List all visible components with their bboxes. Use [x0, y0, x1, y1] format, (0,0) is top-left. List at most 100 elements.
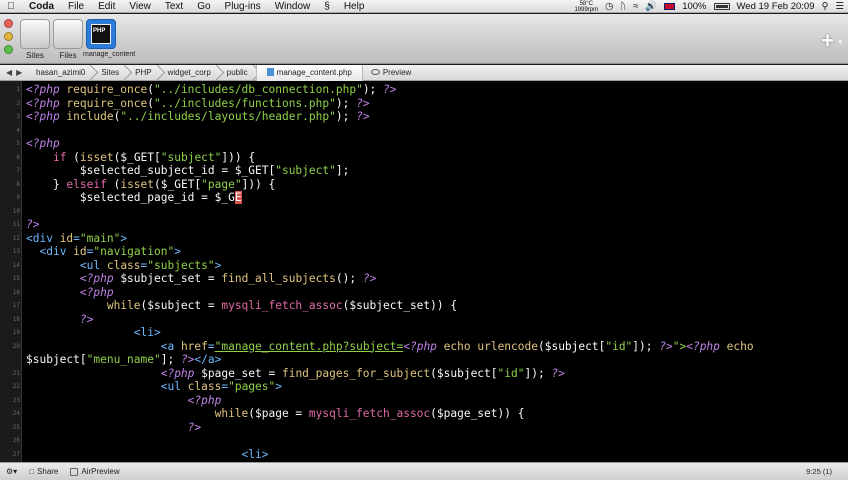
wifi-icon[interactable]: ≈: [633, 1, 638, 12]
code-line[interactable]: 25 ?>: [0, 421, 848, 435]
code-line[interactable]: 16 <?php: [0, 286, 848, 300]
code-token: isset: [120, 177, 155, 191]
breadcrumb-public[interactable]: public: [219, 65, 256, 81]
code-line[interactable]: 11 ?>: [0, 218, 848, 232]
back-arrow-icon[interactable]: ◀: [6, 68, 12, 77]
code-line[interactable]: 19 <li>: [0, 326, 848, 340]
breadcrumb-current-file[interactable]: manage_content.php: [255, 64, 363, 81]
new-tab-caret-icon[interactable]: ▾: [838, 38, 842, 46]
temperature-monitor[interactable]: 58°C 1999rpm: [574, 1, 598, 13]
code-line[interactable]: 17 while($subject = mysqli_fetch_assoc($…: [0, 299, 848, 313]
code-line[interactable]: $subject["menu_name"]; ?></a>: [0, 353, 848, 367]
code-token: "manage_content.php?subject=: [214, 339, 404, 353]
code-text: $subject["menu_name"]; ?></a>: [26, 353, 221, 367]
line-number: 20: [12, 342, 20, 350]
text-cursor: E: [234, 191, 242, 204]
preview-button[interactable]: Preview: [363, 65, 419, 81]
code-token: "navigation": [93, 245, 175, 258]
code-line[interactable]: 24 while($page = mysqli_fetch_assoc($pag…: [0, 407, 848, 421]
breadcrumb-user[interactable]: hasan_azimi0: [28, 65, 93, 81]
preview-label: Preview: [382, 67, 412, 77]
line-number: 11: [12, 221, 20, 228]
line-number: 3: [16, 113, 20, 120]
code-editor[interactable]: 1 <?php require_once("../includes/db_conn…: [0, 81, 848, 462]
code-line[interactable]: 22 <ul class="pages">: [0, 380, 848, 394]
menu-window[interactable]: Window: [268, 0, 318, 13]
code-line[interactable]: 13 <div id="navigation">: [0, 245, 848, 259]
apple-menu-icon[interactable]: : [0, 1, 22, 12]
code-line[interactable]: 15 <?php $subject_set = find_all_subject…: [0, 272, 848, 286]
line-number: 23: [12, 396, 20, 404]
code-token: "../includes/functions.php": [154, 96, 336, 110]
files-button[interactable]: [53, 19, 83, 49]
time-machine-icon[interactable]: ◷: [605, 1, 613, 12]
menu-view[interactable]: View: [122, 0, 158, 13]
notification-center-icon[interactable]: ☰: [835, 1, 844, 12]
code-token: "../includes/db_connection.php": [154, 83, 363, 96]
menu-coda[interactable]: Coda: [22, 0, 61, 13]
close-window-icon[interactable]: [4, 19, 13, 28]
code-token: <?php: [26, 83, 67, 96]
code-line[interactable]: 20 <a href="manage_content.php?subject=<…: [0, 340, 848, 354]
line-number: 22: [12, 383, 20, 390]
airpreview-button[interactable]: AirPreview: [64, 467, 125, 476]
code-token: ($page_set)) {: [430, 407, 525, 420]
share-button[interactable]: □ Share: [23, 467, 64, 476]
code-token: ?>: [383, 83, 397, 96]
code-line[interactable]: 9 $selected_page_id = $_GE: [0, 191, 848, 205]
code-token: $selected_subject_id = $_GET[: [26, 164, 276, 177]
code-token: ?>: [26, 218, 40, 231]
menu-edit[interactable]: Edit: [91, 0, 122, 13]
script-menu-icon[interactable]: §: [317, 0, 337, 13]
settings-button[interactable]: ⚙▾: [0, 467, 23, 476]
breadcrumb-sites[interactable]: Sites: [93, 65, 127, 81]
code-line[interactable]: 5 <?php: [0, 137, 848, 151]
code-line[interactable]: 21 <?php $page_set = find_pages_for_subj…: [0, 367, 848, 381]
code-line[interactable]: 10: [0, 205, 848, 219]
files-label: Files: [59, 51, 77, 60]
menu-text[interactable]: Text: [158, 0, 190, 13]
code-line[interactable]: 4: [0, 124, 848, 138]
breadcrumb-php[interactable]: PHP: [127, 65, 159, 81]
code-token: ?>: [362, 272, 377, 285]
code-line[interactable]: 14 <ul class="subjects">: [0, 259, 848, 273]
menu-file[interactable]: File: [61, 0, 91, 13]
code-line[interactable]: 3 <?php include("../includes/layouts/head…: [0, 110, 848, 124]
code-line[interactable]: 18 ?>: [0, 313, 848, 327]
new-tab-plus-icon[interactable]: +: [821, 28, 834, 54]
share-label: Share: [37, 467, 59, 476]
zoom-window-icon[interactable]: [4, 45, 13, 54]
code-line[interactable]: 12 <div id="main">: [0, 232, 848, 246]
code-token: find_pages_for_subject: [281, 366, 431, 380]
bluetooth-icon[interactable]: ᚢ: [620, 1, 626, 12]
code-line[interactable]: 27 <li>: [0, 448, 848, 462]
sites-button[interactable]: [20, 19, 50, 49]
code-line[interactable]: 26: [0, 434, 848, 448]
code-text: if (isset($_GET["subject"])) {: [26, 151, 255, 165]
code-line[interactable]: 8 } elseif (isset($_GET["page"])) {: [0, 178, 848, 192]
volume-icon[interactable]: 🔊: [645, 1, 657, 12]
battery-icon[interactable]: [713, 3, 730, 10]
input-source-flag-icon[interactable]: [664, 3, 676, 10]
minimize-window-icon[interactable]: [4, 32, 13, 41]
menu-help[interactable]: Help: [337, 0, 372, 13]
code-line[interactable]: 6 if (isset($_GET["subject"])) {: [0, 151, 848, 165]
manage-content-tab-button[interactable]: PHP: [86, 19, 116, 49]
forward-arrow-icon[interactable]: ▶: [16, 68, 22, 77]
code-line[interactable]: 7 $selected_subject_id = $_GET["subject"…: [0, 164, 848, 178]
code-line[interactable]: 1 <?php require_once("../includes/db_conn…: [0, 83, 848, 97]
code-token: echo: [726, 339, 754, 353]
code-token: $subject_set =: [120, 272, 222, 285]
code-token: ?>: [551, 366, 565, 380]
code-line[interactable]: 23 <?php: [0, 394, 848, 408]
breadcrumb-widget-corp[interactable]: widget_corp: [160, 65, 219, 81]
line-number: 18: [12, 315, 20, 323]
code-line[interactable]: 2 <?php require_once("../includes/functio…: [0, 97, 848, 111]
spotlight-search-icon[interactable]: ⚲: [822, 1, 829, 12]
menu-plugins[interactable]: Plug-ins: [218, 0, 268, 13]
clock[interactable]: Wed 19 Feb 20:09: [737, 1, 815, 12]
code-token: class: [106, 258, 141, 272]
menu-go[interactable]: Go: [190, 0, 217, 13]
